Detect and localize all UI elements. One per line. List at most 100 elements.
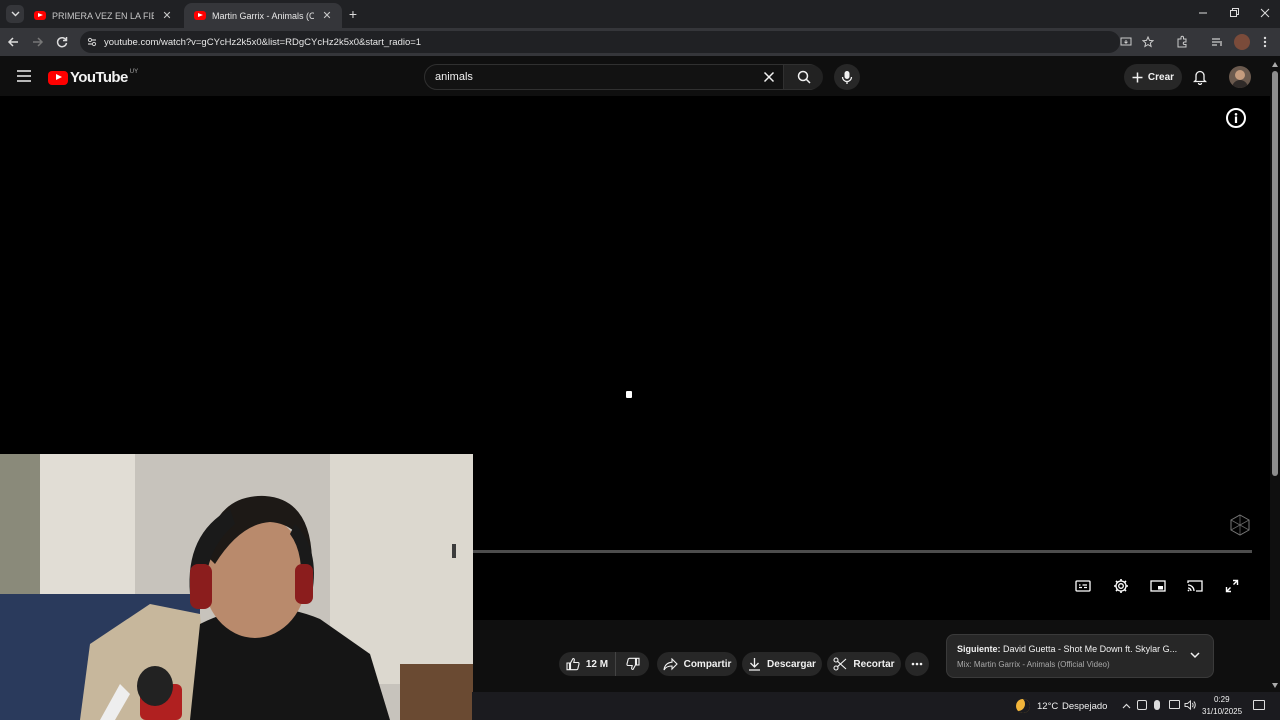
- search-icon: [797, 70, 811, 84]
- tab-title: Martin Garrix - Animals (Official: [212, 10, 314, 21]
- scrollbar-thumb[interactable]: [1272, 71, 1278, 476]
- browser-tab-active[interactable]: Martin Garrix - Animals (Official ✕: [184, 3, 342, 28]
- video-info-button[interactable]: [1226, 108, 1246, 128]
- bookmark-star-icon[interactable]: [1142, 36, 1154, 48]
- scrollbar-up-arrow[interactable]: [1272, 62, 1278, 67]
- site-info-icon[interactable]: [86, 36, 98, 48]
- clock-date[interactable]: 31/10/2025: [1202, 707, 1242, 716]
- browser-menu-button[interactable]: [1262, 35, 1268, 49]
- cast-icon: [1187, 580, 1203, 592]
- tab-title: PRIMERA VEZ EN LA FIESTA DE: [52, 10, 154, 21]
- profile-avatar[interactable]: [1234, 34, 1250, 50]
- webcam-image: [0, 454, 473, 720]
- loading-spinner: [626, 391, 632, 398]
- voice-search-button[interactable]: [834, 64, 860, 90]
- reload-button[interactable]: [55, 35, 69, 49]
- address-bar[interactable]: youtube.com/watch?v=gCYcHz2k5x0&list=RDg…: [80, 31, 1154, 53]
- hamburger-menu-icon: [17, 70, 31, 82]
- share-label: Compartir: [683, 658, 732, 670]
- extensions-button[interactable]: [1175, 35, 1189, 49]
- share-button[interactable]: Compartir: [657, 652, 737, 676]
- like-button[interactable]: 12 M: [559, 652, 615, 676]
- notifications-center-icon[interactable]: [1253, 700, 1265, 710]
- gear-icon: [1114, 579, 1128, 593]
- windows-taskbar: 12°C Despejado 0:29 31/10/2025: [472, 692, 1280, 720]
- restore-window-button[interactable]: [1227, 6, 1241, 20]
- weather-moon-icon[interactable]: [1016, 699, 1030, 713]
- scissors-icon: [833, 657, 847, 671]
- guide-menu-button[interactable]: [16, 69, 32, 83]
- account-avatar[interactable]: [1229, 66, 1251, 88]
- like-count: 12 M: [585, 658, 609, 670]
- search-box[interactable]: animals: [424, 64, 823, 90]
- close-window-button[interactable]: [1258, 6, 1272, 20]
- notifications-button[interactable]: [1193, 69, 1207, 85]
- forward-button[interactable]: [31, 35, 45, 49]
- bell-icon: [1193, 70, 1207, 85]
- up-next-line: Siguiente: David Guetta - Shot Me Down f…: [957, 644, 1182, 654]
- arrow-left-icon: [7, 37, 18, 47]
- browser-tab[interactable]: PRIMERA VEZ EN LA FIESTA DE ✕: [24, 3, 182, 28]
- miniplayer-icon: [1150, 580, 1166, 592]
- clear-search-button[interactable]: [763, 71, 775, 83]
- create-button[interactable]: Crear: [1124, 64, 1182, 90]
- microphone-tray-icon[interactable]: [1154, 700, 1160, 710]
- reload-icon: [56, 36, 68, 48]
- chevron-up-icon: [1122, 703, 1131, 709]
- create-label: Crear: [1147, 71, 1175, 83]
- tab-search-button[interactable]: [6, 5, 24, 23]
- channel-watermark-icon[interactable]: [1229, 514, 1251, 536]
- new-tab-button[interactable]: +: [345, 6, 361, 22]
- up-next-label: Siguiente:: [957, 644, 1001, 654]
- miniplayer-button[interactable]: [1150, 579, 1166, 593]
- settings-button[interactable]: [1113, 578, 1129, 594]
- tray-app-icon[interactable]: [1137, 700, 1147, 710]
- info-icon: [1234, 113, 1238, 123]
- share-icon: [663, 657, 678, 670]
- fullscreen-icon: [1225, 579, 1239, 593]
- volume-icon[interactable]: [1184, 699, 1196, 711]
- install-app-icon[interactable]: [1120, 36, 1132, 48]
- subtitles-button[interactable]: [1075, 579, 1091, 593]
- search-input[interactable]: animals: [435, 71, 473, 83]
- expand-playlist-button[interactable]: [1190, 652, 1200, 659]
- youtube-play-logo-icon: [48, 70, 68, 85]
- browser-toolbar: youtube.com/watch?v=gCYcHz2k5x0&list=RDg…: [0, 28, 1280, 56]
- thumbs-down-icon: [625, 657, 640, 671]
- chevron-down-icon: [11, 11, 19, 17]
- youtube-header: YouTube UY animals Crear: [0, 56, 1280, 96]
- arrow-right-icon: [33, 37, 44, 47]
- back-button[interactable]: [6, 35, 20, 49]
- youtube-favicon-icon: [194, 11, 206, 20]
- close-tab-icon[interactable]: ✕: [320, 9, 334, 22]
- weather-temperature: 12°C: [1037, 701, 1059, 712]
- dislike-button[interactable]: [615, 652, 649, 676]
- clock-time[interactable]: 0:29: [1214, 695, 1230, 704]
- tray-overflow-button[interactable]: [1122, 703, 1131, 709]
- network-icon[interactable]: [1169, 700, 1180, 709]
- clip-label: Recortar: [853, 658, 895, 670]
- plus-icon: [1132, 72, 1143, 82]
- up-next-mix: Mix: Martin Garrix - Animals (Official V…: [957, 660, 1110, 669]
- chevron-down-icon: [1190, 652, 1200, 659]
- clip-button[interactable]: Recortar: [827, 652, 901, 676]
- download-button[interactable]: Descargar: [742, 652, 822, 676]
- minimize-icon: [1199, 12, 1207, 14]
- media-controls-button[interactable]: [1210, 35, 1224, 49]
- up-next-card[interactable]: Siguiente: David Guetta - Shot Me Down f…: [946, 634, 1214, 678]
- restore-icon: [1230, 8, 1239, 17]
- download-label: Descargar: [767, 658, 816, 670]
- more-actions-button[interactable]: [905, 652, 929, 676]
- minimize-window-button[interactable]: [1196, 6, 1210, 20]
- fullscreen-button[interactable]: [1225, 579, 1239, 593]
- scrollbar-down-arrow[interactable]: [1272, 683, 1278, 688]
- subtitles-icon: [1075, 580, 1091, 592]
- page-scrollbar[interactable]: [1270, 59, 1280, 692]
- youtube-favicon-icon: [34, 11, 46, 20]
- cast-button[interactable]: [1187, 579, 1203, 593]
- search-button[interactable]: [783, 65, 823, 89]
- video-progress-bar[interactable]: [472, 550, 1252, 553]
- playlist-icon: [1212, 38, 1222, 46]
- youtube-logo[interactable]: YouTube UY: [48, 69, 138, 86]
- close-tab-icon[interactable]: ✕: [160, 9, 174, 22]
